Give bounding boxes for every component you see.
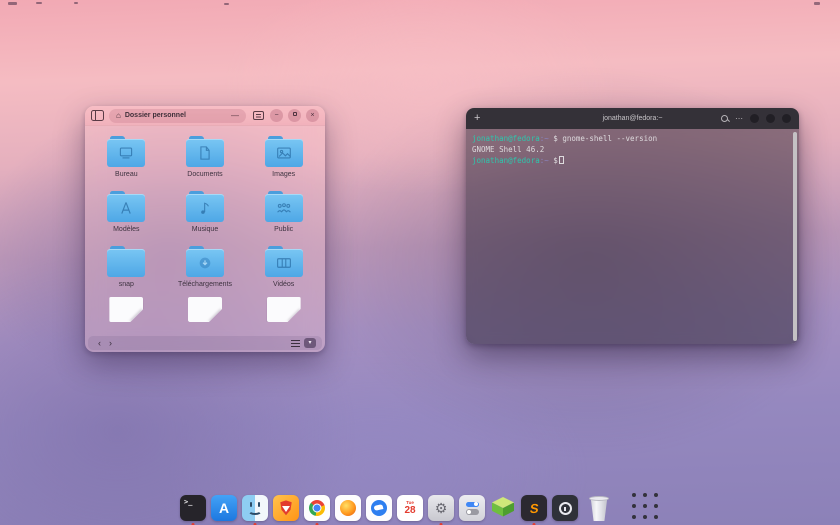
top-edge-artifact xyxy=(36,2,42,4)
dock-item-settings[interactable]: ⚙ xyxy=(428,495,454,521)
close-button[interactable]: × xyxy=(306,109,319,122)
display-glyph xyxy=(118,146,135,160)
firefox-icon xyxy=(335,495,361,521)
video-glyph xyxy=(275,257,292,270)
home-icon: ⌂ xyxy=(116,112,121,120)
dock-item-tweaks[interactable] xyxy=(459,495,485,521)
dock-item-1password[interactable] xyxy=(552,495,578,521)
folder-public[interactable]: Public xyxy=(244,191,323,233)
terminal-window: + jonathan@fedora:~ ⋯ jonathan@fedora:~ … xyxy=(466,108,799,344)
dock-item-thunderbird[interactable] xyxy=(366,495,392,521)
folder-snap[interactable]: snap xyxy=(87,246,166,288)
terminal-scrollbar[interactable] xyxy=(793,132,797,341)
terminal-line: GNOME Shell 46.2 xyxy=(472,144,789,155)
search-icon[interactable] xyxy=(721,115,728,122)
sidebar-toggle-icon[interactable] xyxy=(91,110,104,121)
loose-file[interactable] xyxy=(166,297,245,322)
forward-button[interactable]: › xyxy=(105,339,116,348)
people-glyph xyxy=(275,202,292,215)
view-options-dropdown[interactable]: ▾ xyxy=(304,338,316,348)
dock-item-app-store[interactable]: A xyxy=(211,495,237,521)
toggles-icon xyxy=(459,495,485,521)
folder-videos[interactable]: Vidéos xyxy=(244,246,323,288)
minimize-button[interactable]: − xyxy=(270,109,283,122)
dock-item-trash[interactable] xyxy=(589,493,611,521)
path-bar[interactable]: ⌂ Dossier personnel — xyxy=(109,109,246,123)
folder-documents[interactable]: Documents xyxy=(166,136,245,178)
template-glyph xyxy=(119,201,133,215)
dock: >_ A Tue 28 ⚙ S xyxy=(0,491,840,521)
top-edge-artifact xyxy=(224,3,229,5)
download-glyph xyxy=(197,255,213,271)
app-grid-button[interactable] xyxy=(630,491,660,521)
terminal-prompt-glyph: >_ xyxy=(184,498,192,506)
list-view-icon[interactable] xyxy=(291,340,300,347)
image-glyph xyxy=(275,146,292,160)
maximize-button[interactable] xyxy=(288,109,301,122)
dock-item-finder[interactable] xyxy=(242,495,268,521)
top-edge-artifact xyxy=(74,2,78,4)
dock-item-calendar[interactable]: Tue 28 xyxy=(397,495,423,521)
folder-modeles[interactable]: Modèles xyxy=(87,191,166,233)
maximize-button[interactable] xyxy=(766,114,775,123)
back-button[interactable]: ‹ xyxy=(94,339,105,348)
dock-item-sublime-text[interactable]: S xyxy=(521,495,547,521)
chrome-icon xyxy=(304,495,330,521)
path-bar-dash: — xyxy=(231,111,239,120)
files-title-bar[interactable]: ⌂ Dossier personnel — − × xyxy=(85,106,325,126)
app-store-icon: A xyxy=(211,495,237,521)
loose-file[interactable] xyxy=(244,297,323,322)
folder-telechargements[interactable]: Téléchargements xyxy=(166,246,245,288)
page-fold xyxy=(288,309,301,322)
cube-icon xyxy=(490,495,516,521)
menu-icon[interactable]: ⋯ xyxy=(735,115,743,123)
files-content: Bureau Documents Images Mo xyxy=(85,126,325,352)
terminal-line: jonathan@fedora:~ $ xyxy=(472,155,789,166)
minimize-button[interactable] xyxy=(750,114,759,123)
dock-item-firefox[interactable] xyxy=(335,495,361,521)
folder-bureau[interactable]: Bureau xyxy=(87,136,166,178)
close-button[interactable] xyxy=(782,114,791,123)
files-bottom-bar: ‹ › ▾ xyxy=(88,336,322,350)
files-window-title: Dossier personnel xyxy=(125,112,186,119)
dock-item-chrome[interactable] xyxy=(304,495,330,521)
loose-file[interactable] xyxy=(87,297,166,322)
trash-icon xyxy=(589,496,609,521)
files-window: ⌂ Dossier personnel — − × Bureau Documen… xyxy=(85,106,325,352)
folder-musique[interactable]: Musique xyxy=(166,191,245,233)
folder-images[interactable]: Images xyxy=(244,136,323,178)
view-grid-icon[interactable] xyxy=(251,110,265,122)
page-fold xyxy=(130,309,143,322)
keyhole-ring-icon xyxy=(552,495,578,521)
brave-icon xyxy=(273,495,299,521)
new-tab-button[interactable]: + xyxy=(474,113,480,124)
terminal-line: jonathan@fedora:~ $ gnome-shell --versio… xyxy=(472,133,789,144)
dock-item-brave[interactable] xyxy=(273,495,299,521)
document-glyph xyxy=(198,146,211,161)
top-edge-artifact xyxy=(814,2,820,5)
page-fold xyxy=(209,309,222,322)
dock-item-terminal[interactable]: >_ xyxy=(180,495,206,521)
terminal-cursor xyxy=(559,156,564,164)
thunderbird-icon xyxy=(366,495,392,521)
terminal-content[interactable]: jonathan@fedora:~ $ gnome-shell --versio… xyxy=(466,129,799,344)
sublime-icon: S xyxy=(521,495,547,521)
calendar-icon: Tue 28 xyxy=(397,495,423,521)
dock-item-boxes[interactable] xyxy=(490,495,516,521)
music-glyph xyxy=(198,201,212,216)
gear-icon: ⚙ xyxy=(428,495,454,521)
terminal-title-bar[interactable]: + jonathan@fedora:~ ⋯ xyxy=(466,108,799,129)
finder-icon xyxy=(242,495,268,521)
top-edge-artifact xyxy=(8,2,17,5)
